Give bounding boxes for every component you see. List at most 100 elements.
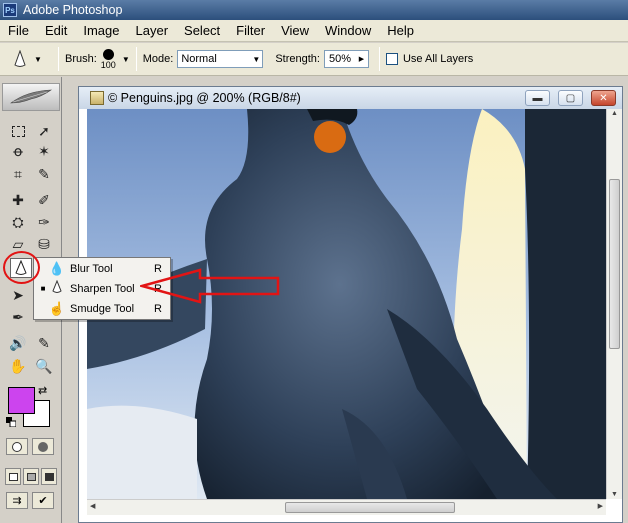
menu-edit[interactable]: Edit [37,20,75,42]
adobe-online-feather-button[interactable] [2,83,60,111]
brush-tip-icon [102,48,114,60]
move-tool[interactable]: ➚ [33,121,55,141]
full-screen-mode-button[interactable] [41,468,57,485]
paint-bucket-icon: ⛁ [38,235,50,252]
mode-select[interactable]: Normal ▼ [177,50,264,68]
scroll-down-icon[interactable]: ▼ [609,491,620,498]
standard-mode-button[interactable] [6,438,28,455]
crop-tool[interactable]: ⌗ [7,164,29,184]
default-colors-icon[interactable] [6,417,16,427]
lasso-tool[interactable]: ꝋ [7,141,29,161]
menu-help[interactable]: Help [379,20,422,42]
restore-button[interactable]: ▢ [558,90,583,106]
menu-window[interactable]: Window [317,20,379,42]
feather-icon [10,89,53,104]
screen-mode-icon [44,472,54,481]
minimize-button[interactable]: ▬ [525,90,550,106]
pen-nib-icon: ✒ [12,308,24,325]
scroll-right-icon[interactable]: ▶ [598,502,603,510]
path-selection-tool[interactable]: ➤ [7,285,29,305]
brush-chevron-down-icon[interactable]: ▼ [122,55,130,64]
sharpen-cone-icon [14,50,26,67]
bandage-icon: ✚ [12,191,24,208]
scroll-up-icon[interactable]: ▲ [609,110,620,117]
red-circle-annotation [3,251,40,284]
marquee-icon [11,125,25,137]
hand-tool[interactable]: ✋ [7,356,29,376]
speaker-notes-icon: 🔊 [9,334,27,351]
options-bar: ▼ Brush: 100 ▼ Mode: Normal ▼ Strength: … [0,43,628,76]
move-arrow-icon: ➚ [38,122,50,139]
blur-drop-icon: 💧 [48,260,66,276]
swap-colors-icon[interactable]: ⇄ [38,384,47,397]
jump-to-imageready-button[interactable]: ⇉ [6,492,28,509]
foreground-color-swatch[interactable] [8,387,35,414]
menu-file[interactable]: File [0,20,37,42]
paint-bucket-tool[interactable]: ⛁ [33,234,55,254]
strength-input[interactable]: 50% ▶ [323,50,369,68]
quick-mask-mode-button[interactable] [32,438,54,455]
divider [58,47,59,71]
strength-value: 50% [328,53,351,65]
document-title-bar: © Penguins.jpg @ 200% (RGB/8#) ▬ ▢ ✕ [79,87,622,109]
brush-size: 100 [100,59,116,70]
minimize-icon: ▬ [532,92,543,104]
menu-layer[interactable]: Layer [128,20,177,42]
horizontal-scroll-thumb[interactable] [285,502,455,513]
vertical-scrollbar[interactable]: ▲ ▼ [606,109,622,499]
history-brush-icon: ✑ [38,213,50,230]
brush-label: Brush: [65,53,97,65]
mode-label: Mode: [142,53,174,65]
scroll-left-icon[interactable]: ◀ [90,502,95,510]
zoom-tool[interactable]: 🔍 [33,356,55,376]
tool-preset-picker[interactable]: ▼ [4,46,52,72]
history-brush-tool[interactable]: ✑ [33,212,55,232]
chevron-down-icon: ▼ [34,54,42,64]
pen-tool[interactable]: ✒ [7,307,29,327]
full-screen-menu-mode-button[interactable] [23,468,39,485]
menu-view[interactable]: View [273,20,317,42]
divider [378,47,380,71]
notes-tool[interactable]: 🔊 [7,333,29,353]
divider [135,47,137,71]
magic-wand-tool[interactable]: ✶ [33,141,55,161]
flyout-shortcut: R [154,302,162,315]
marquee-tool[interactable] [7,121,29,141]
document-title: © Penguins.jpg @ 200% (RGB/8#) [108,91,301,105]
close-button[interactable]: ✕ [591,90,616,106]
eraser-icon: ▱ [12,235,24,252]
brush-picker[interactable]: 100 [100,48,116,70]
standard-screen-mode-button[interactable] [5,468,21,485]
menu-bar: File Edit Image Layer Select Filter View… [0,20,628,42]
menu-select[interactable]: Select [176,20,228,42]
chevron-right-icon[interactable]: ▶ [357,53,366,65]
chevron-down-icon: ▼ [252,55,261,64]
healing-brush-tool[interactable]: ✚ [7,190,29,210]
eyedropper-icon: ✎ [38,334,50,351]
slice-tool[interactable]: ✎ [33,164,55,184]
horizontal-scrollbar[interactable]: ◀ ▶ [87,499,606,515]
strength-label: Strength: [275,53,320,65]
brush-tool[interactable]: ✐ [33,190,55,210]
checkmark-icon: ✔ [38,495,48,507]
screen-mode-icon [26,472,36,481]
smudge-finger-icon: ☝ [48,300,66,316]
lasso-icon: ꝋ [13,142,23,159]
imageready-icon: ⇉ [12,495,22,507]
arrow-select-icon: ➤ [12,286,24,303]
app-title: Adobe Photoshop [23,3,123,17]
mode-value: Normal [181,53,217,65]
edit-in-imageready-button[interactable]: ✔ [32,492,54,509]
eyedropper-tool[interactable]: ✎ [33,333,55,353]
quick-mask-icon [38,441,48,452]
use-all-layers-label: Use All Layers [402,53,474,65]
menu-filter[interactable]: Filter [228,20,273,42]
menu-image[interactable]: Image [75,20,127,42]
flyout-item-label: Smudge Tool [70,302,135,315]
brush-icon: ✐ [38,191,50,208]
standard-mode-icon [12,441,22,452]
vertical-scroll-thumb[interactable] [609,179,620,349]
red-arrow-annotation [140,268,280,304]
clone-stamp-tool[interactable]: ⛭ [7,212,29,232]
use-all-layers-checkbox[interactable] [385,53,398,65]
